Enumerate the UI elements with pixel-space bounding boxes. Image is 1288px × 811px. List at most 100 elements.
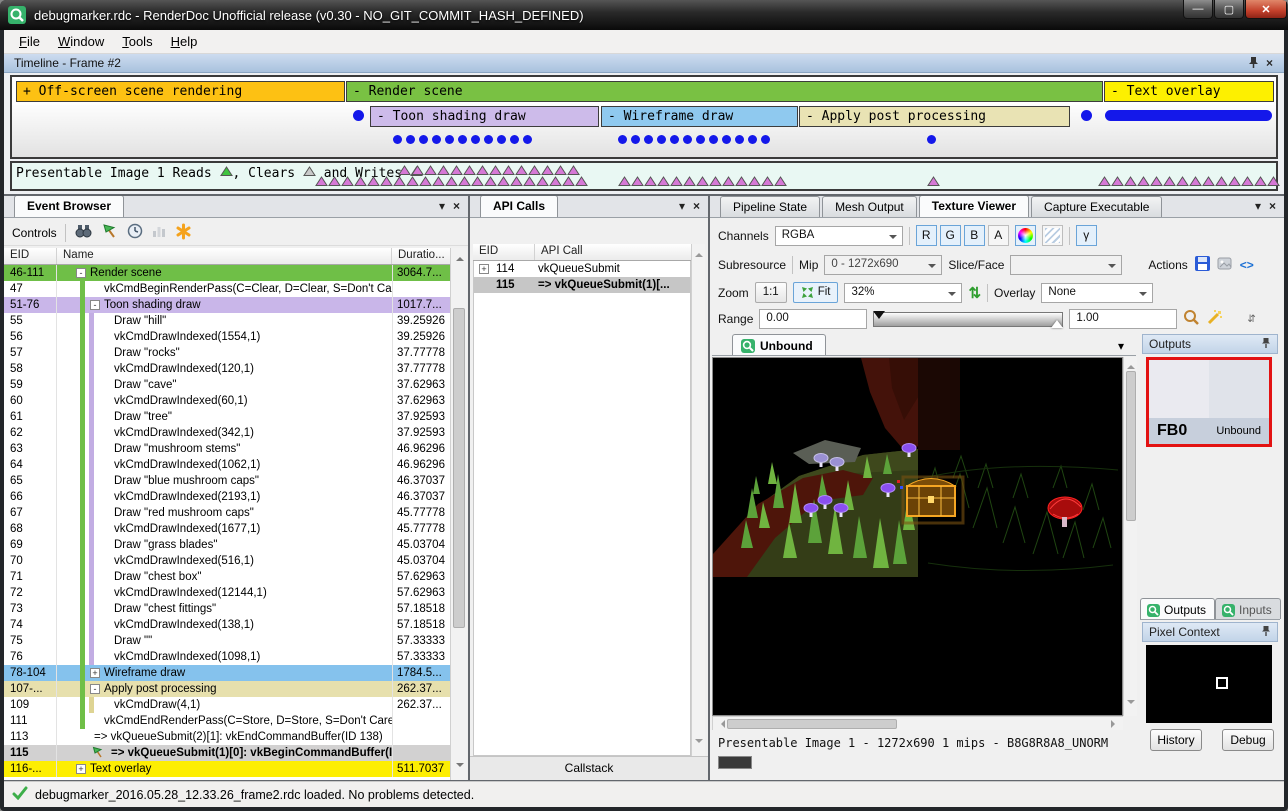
mip-select[interactable]: 0 - 1272x690: [824, 255, 942, 275]
channel-r-button[interactable]: R: [916, 225, 937, 246]
slice-face-select[interactable]: [1010, 255, 1122, 275]
chevron-down-icon[interactable]: ▾: [679, 199, 685, 213]
pin-icon[interactable]: [1261, 337, 1271, 352]
texture-hscrollbar[interactable]: [712, 716, 1123, 730]
find-event-icon[interactable]: [74, 223, 93, 242]
range-slider[interactable]: [873, 312, 1063, 327]
timeline-draw-dot[interactable]: [471, 135, 480, 144]
timeline-draw-dot[interactable]: [670, 135, 679, 144]
timeline-draw-dot[interactable]: [523, 135, 532, 144]
timeline-draw-dot[interactable]: [683, 135, 692, 144]
event-row[interactable]: 73Draw "chest fittings"57.18518: [4, 601, 450, 617]
event-row[interactable]: 72vkCmdDrawIndexed(12144,1)57.62963: [4, 585, 450, 601]
event-row[interactable]: 107-...-Apply post processing262.37...: [4, 681, 450, 697]
channel-a-button[interactable]: A: [988, 225, 1009, 246]
event-row[interactable]: 56vkCmdDrawIndexed(1554,1)39.25926: [4, 329, 450, 345]
timeline-draw-dot[interactable]: [761, 135, 770, 144]
bookmark-icon[interactable]: [175, 223, 192, 243]
timeline-draw-dot[interactable]: [353, 110, 364, 121]
event-browser-columns[interactable]: EID Name Duratio...: [4, 248, 450, 265]
timeline-draw-dot[interactable]: [510, 135, 519, 144]
maximize-button[interactable]: ▢: [1214, 0, 1244, 19]
timeline-graph[interactable]: + Off-screen scene rendering- Render sce…: [10, 75, 1278, 159]
close-panel-icon[interactable]: ×: [1269, 199, 1276, 213]
event-row[interactable]: 111vkCmdEndRenderPass(C=Store, D=Store, …: [4, 713, 450, 729]
event-row[interactable]: 70vkCmdDrawIndexed(516,1)45.03704: [4, 553, 450, 569]
timeline-draw-dot[interactable]: [484, 135, 493, 144]
event-row[interactable]: 74vkCmdDrawIndexed(138,1)57.18518: [4, 617, 450, 633]
event-row[interactable]: 75Draw ""57.33333: [4, 633, 450, 649]
tab-mesh-output[interactable]: Mesh Output: [822, 196, 917, 217]
api-call-row[interactable]: +114vkQueueSubmit: [474, 261, 690, 277]
range-black-point-handle[interactable]: [873, 311, 885, 325]
timeline-draw-dot[interactable]: [631, 135, 640, 144]
range-white-point-handle[interactable]: [1051, 314, 1063, 328]
close-button[interactable]: ✕: [1245, 0, 1287, 19]
event-row[interactable]: 51-76-Toon shading draw1017.7...: [4, 297, 450, 313]
tab-outputs[interactable]: Outputs: [1140, 598, 1215, 619]
channel-g-button[interactable]: G: [940, 225, 961, 246]
event-row[interactable]: 113=> vkQueueSubmit(2)[1]: vkEndCommandB…: [4, 729, 450, 745]
event-row[interactable]: 60vkCmdDrawIndexed(60,1)37.62963: [4, 393, 450, 409]
callstack-bar[interactable]: Callstack: [470, 756, 708, 780]
overlay-select[interactable]: None: [1041, 283, 1153, 303]
autofit-wand-icon[interactable]: [1206, 309, 1223, 329]
timeline-draw-dot[interactable]: [709, 135, 718, 144]
event-row[interactable]: 76vkCmdDrawIndexed(1098,1)57.33333: [4, 649, 450, 665]
jump-to-eid-icon[interactable]: [101, 223, 119, 242]
timeline-marker-bar[interactable]: - Render scene: [346, 81, 1103, 102]
pin-icon[interactable]: [1261, 625, 1271, 640]
save-icon[interactable]: [1194, 255, 1211, 275]
event-browser-scrollbar[interactable]: [450, 248, 467, 780]
pixel-context-view[interactable]: [1146, 645, 1272, 723]
close-panel-icon[interactable]: ×: [1266, 56, 1273, 70]
texture-vscrollbar[interactable]: [1123, 357, 1137, 716]
expander-plus[interactable]: +: [90, 668, 100, 678]
timeline-marker-bar[interactable]: - Apply post processing: [799, 106, 1070, 127]
texture-display[interactable]: [712, 357, 1123, 716]
chevron-down-icon[interactable]: ▾: [1255, 199, 1261, 213]
timeline-draw-dot[interactable]: [406, 135, 415, 144]
zoom-select[interactable]: 32%: [844, 283, 962, 303]
tab-event-browser[interactable]: Event Browser: [14, 196, 124, 217]
chevron-down-icon[interactable]: ▾: [1118, 339, 1124, 353]
expander-plus[interactable]: +: [76, 764, 86, 774]
expander-plus[interactable]: +: [479, 264, 489, 274]
timeline-draw-dot[interactable]: [497, 135, 506, 144]
debug-button[interactable]: Debug: [1222, 729, 1274, 751]
timeline-draw-dot[interactable]: [419, 135, 428, 144]
tab-unbound-texture[interactable]: Unbound: [732, 334, 826, 355]
event-row[interactable]: 61Draw "tree"37.92593: [4, 409, 450, 425]
tab-api-calls[interactable]: API Calls: [480, 196, 558, 217]
event-row[interactable]: 46-111-Render scene3064.7...: [4, 265, 450, 281]
event-row[interactable]: 68vkCmdDrawIndexed(1677,1)45.77778: [4, 521, 450, 537]
event-row[interactable]: 116-...+Text overlay511.7037: [4, 761, 450, 777]
api-calls-columns[interactable]: EID API Call: [473, 244, 691, 261]
timeline-draw-dot[interactable]: [432, 135, 441, 144]
timeline-marker-bar[interactable]: - Wireframe draw: [601, 106, 798, 127]
timeline-marker-bar[interactable]: - Text overlay: [1104, 81, 1274, 102]
timeline-draw-dot[interactable]: [1081, 110, 1092, 121]
timeline-draws-bar[interactable]: [1105, 110, 1272, 121]
timeline-draw-dot[interactable]: [696, 135, 705, 144]
timeline-draw-dot[interactable]: [393, 135, 402, 144]
event-row[interactable]: 78-104+Wireframe draw1784.5...: [4, 665, 450, 681]
event-row[interactable]: 69Draw "grass blades"45.03704: [4, 537, 450, 553]
close-panel-icon[interactable]: ×: [693, 199, 700, 213]
event-row[interactable]: 55Draw "hill"39.25926: [4, 313, 450, 329]
menu-window[interactable]: Window: [49, 31, 113, 52]
event-row[interactable]: 62vkCmdDrawIndexed(342,1)37.92593: [4, 425, 450, 441]
timeline-draw-dot[interactable]: [748, 135, 757, 144]
timeline-draw-dot[interactable]: [927, 135, 936, 144]
zoom-range-icon[interactable]: [1183, 309, 1200, 329]
event-row[interactable]: 67Draw "red mushroom caps"45.77778: [4, 505, 450, 521]
range-options-icon[interactable]: ⇵: [1247, 314, 1255, 325]
expander-minus[interactable]: -: [90, 684, 100, 694]
gamma-button[interactable]: γ: [1076, 225, 1097, 246]
timeline-draw-dot[interactable]: [735, 135, 744, 144]
api-calls-scrollbar[interactable]: [691, 244, 705, 756]
menu-help[interactable]: Help: [162, 31, 207, 52]
tab-capture-executable[interactable]: Capture Executable: [1031, 196, 1162, 217]
time-events-icon[interactable]: [127, 223, 143, 242]
event-row[interactable]: 57Draw "rocks"37.77778: [4, 345, 450, 361]
